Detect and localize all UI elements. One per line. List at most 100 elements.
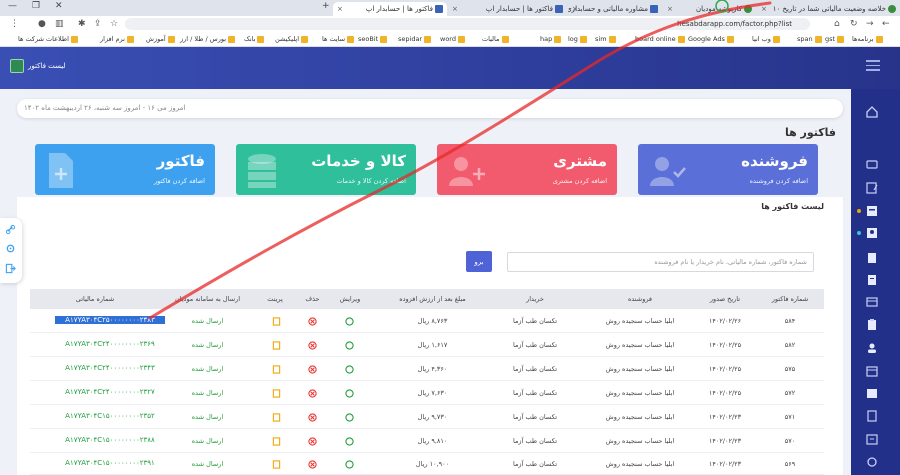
bookmark-item[interactable]: بورس / طلا / ارز [180,34,236,45]
table-row[interactable]: ۵۸۴ ۱۴۰۲/۰۲/۲۶ ابلیا حساب سنجیده روش تکس… [30,309,824,333]
close-tab-icon[interactable]: × [452,2,458,16]
bookmark-item[interactable]: span [797,34,822,45]
archive-icon[interactable] [865,386,879,400]
edit-icon[interactable] [345,341,354,350]
logout-icon[interactable] [5,263,16,274]
col-edit: ویرایش [339,295,361,303]
delete-icon[interactable] [308,389,317,398]
document-icon[interactable] [865,273,879,287]
table-row[interactable]: ۵۷۰ ۱۴۰۲/۰۲/۲۳ ابلیا حساب سنجیده روش تکس… [30,429,824,453]
calendar-icon[interactable] [865,364,879,378]
hamburger-menu-icon[interactable] [866,60,880,71]
clipboard-icon[interactable] [865,318,879,332]
menu-icon[interactable]: ⋮ [10,18,19,30]
user-card-icon[interactable] [865,226,879,240]
calendar-icon[interactable] [865,432,879,446]
back-icon[interactable]: ← [882,18,890,30]
browser-tab-1[interactable]: خلاصه وضعیت مالیاتی شما در تاریخ ۱۰ × [757,2,900,16]
share-icon[interactable]: ⇪ [94,18,102,30]
bookmark-item[interactable]: وب انیا [752,34,780,45]
close-tab-icon[interactable]: × [337,2,343,16]
card-products[interactable]: کالا و خدمات اضافه کردن کالا و خدمات [236,144,416,195]
table-row[interactable]: ۵۸۲ ۱۴۰۲/۰۲/۲۵ ابلیا حساب سنجیده روش تکس… [30,333,824,357]
home-icon[interactable] [865,105,879,119]
close-window-icon[interactable]: ✕ [55,1,63,11]
print-icon[interactable] [272,341,281,350]
close-tab-icon[interactable]: × [572,2,578,16]
close-tab-icon[interactable]: × [761,2,767,16]
file-icon[interactable] [865,409,879,423]
maximize-icon[interactable]: ❐ [32,1,40,11]
bookmark-item[interactable]: board online [635,34,685,45]
table-row[interactable]: ۵۶۹ ۱۴۰۲/۰۲/۲۳ ابلیا حساب سنجیده روش تکس… [30,453,824,475]
bookmark-item[interactable]: gst [825,34,845,45]
print-icon[interactable] [272,460,281,469]
sidepanel-icon[interactable]: ▥ [55,18,64,30]
forward-icon[interactable]: → [866,18,874,30]
edit-icon[interactable] [345,365,354,374]
edit-icon[interactable] [345,460,354,469]
edit-icon[interactable] [345,413,354,422]
chat-icon[interactable] [865,158,879,172]
delete-icon[interactable] [308,317,317,326]
browser-tab-active[interactable]: فاکتور ها | حسابدار اپ × [333,2,447,16]
delete-icon[interactable] [308,341,317,350]
browser-tab-2[interactable]: کارپوشه مودیان × [663,2,756,16]
edit-icon[interactable] [345,389,354,398]
bookmark-item[interactable]: word [440,34,465,45]
edit-icon[interactable] [345,437,354,446]
bookmark-item[interactable]: بانک [244,34,265,45]
bookmark-item[interactable]: برنامه‌ها [852,34,883,45]
users-icon[interactable] [865,341,879,355]
bookmark-item[interactable]: seoBit [358,34,388,45]
document-icon[interactable] [865,251,879,265]
bookmark-item[interactable]: log [568,34,587,45]
card-invoice[interactable]: فاکتور اضافه کردن فاکتور [35,144,215,195]
bookmark-item[interactable]: آموزش [146,34,175,45]
delete-icon[interactable] [308,365,317,374]
star-icon[interactable]: ☆ [110,18,118,30]
reload-icon[interactable]: ↻ [850,18,858,30]
bookmark-item[interactable]: اطلاعات شرکت ها [18,34,78,45]
edit-icon[interactable] [345,317,354,326]
search-button[interactable]: برو [466,251,492,272]
delete-icon[interactable] [308,437,317,446]
print-icon[interactable] [272,413,281,422]
bookmark-item[interactable]: سایت ها [322,34,355,45]
invoice-icon[interactable] [865,204,879,218]
bookmark-item[interactable]: hap [540,34,562,45]
brand[interactable]: لیست فاکتور [10,59,70,73]
bookmark-item[interactable]: نرم افزار [100,34,134,45]
print-icon[interactable] [272,317,281,326]
close-tab-icon[interactable]: × [667,2,673,16]
table-row[interactable]: ۵۷۱ ۱۴۰۲/۰۲/۲۳ ابلیا حساب سنجیده روش تکس… [30,405,824,429]
print-icon[interactable] [272,365,281,374]
delete-icon[interactable] [308,413,317,422]
bookmark-item[interactable]: sepidar [398,34,432,45]
extensions-icon[interactable]: ✱ [78,18,86,30]
profile-icon[interactable]: ● [38,18,46,30]
browser-tab-3[interactable]: مشاوره مالیاتی و حسابداری × [568,2,662,16]
table-icon[interactable] [865,295,879,309]
bookmark-item[interactable]: مالیات [482,34,509,45]
card-customer[interactable]: مشتری اضافه کردن مشتری [437,144,617,195]
minimize-icon[interactable]: — [8,1,17,11]
delete-icon[interactable] [308,460,317,469]
home-icon[interactable]: ⌂ [834,18,840,30]
url-field[interactable]: hesabdarapp.com/factor.php?list [125,18,810,30]
new-tab-icon[interactable]: + [322,1,330,11]
browser-tab-4[interactable]: فاکتور ها | حسابدار اپ × [448,2,567,16]
bookmark-item[interactable]: Google Ads [688,34,734,45]
link-icon[interactable] [5,224,16,235]
print-icon[interactable] [272,389,281,398]
table-row[interactable]: ۵۷۲ ۱۴۰۲/۰۲/۲۵ ابلیا حساب سنجیده روش تکس… [30,381,824,405]
table-row[interactable]: ۵۷۵ ۱۴۰۲/۰۲/۲۵ ابلیا حساب سنجیده روش تکس… [30,357,824,381]
print-icon[interactable] [272,437,281,446]
settings-icon[interactable] [865,455,879,469]
edit-icon[interactable] [865,181,879,195]
bookmark-item[interactable]: اپلیکیشن [275,34,309,45]
card-seller[interactable]: فروشنده اضافه کردن فروشنده [638,144,818,195]
search-input[interactable] [507,252,814,272]
gear-icon[interactable] [5,243,16,254]
bookmark-item[interactable]: sim [595,34,616,45]
